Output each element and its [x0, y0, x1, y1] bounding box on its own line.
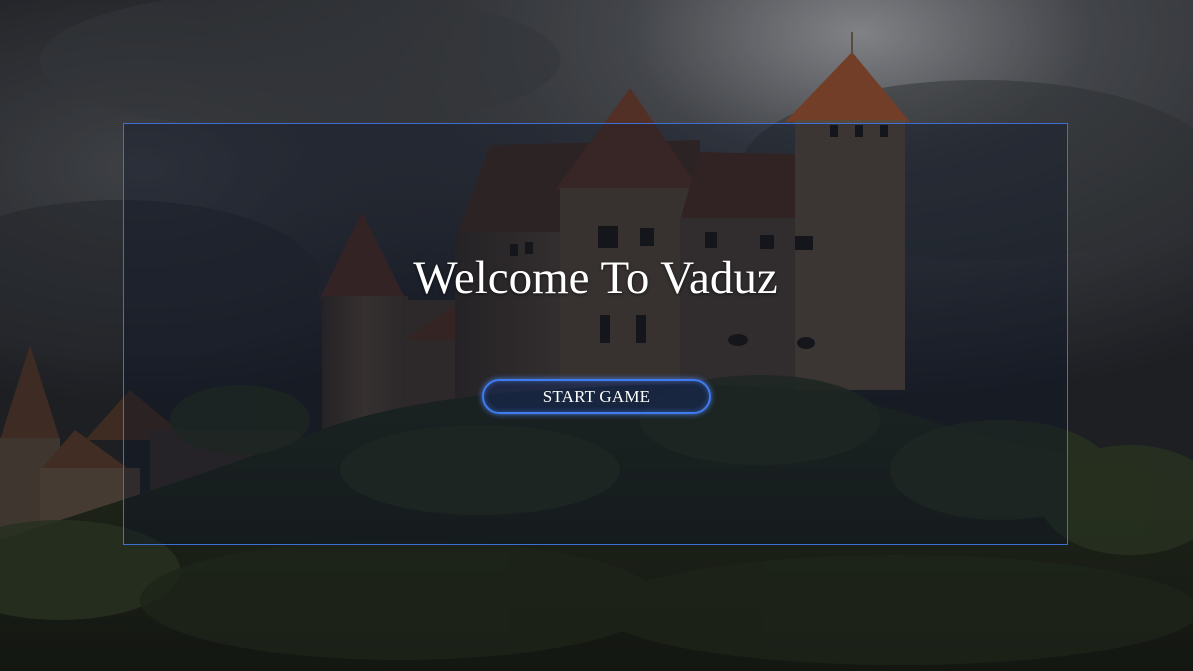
start-game-button[interactable]: START GAME: [482, 379, 711, 414]
game-start-screen: Welcome To Vaduz START GAME: [0, 0, 1193, 671]
main-menu-panel: Welcome To Vaduz START GAME: [123, 123, 1068, 545]
game-title: Welcome To Vaduz: [413, 252, 778, 304]
